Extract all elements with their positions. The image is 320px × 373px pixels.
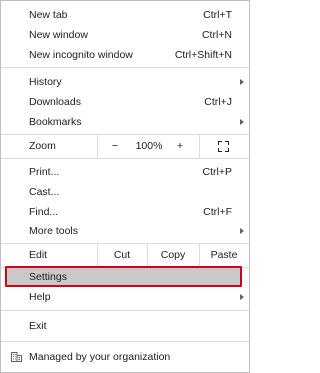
exit-label: Exit bbox=[29, 320, 47, 332]
menu-item-more-tools[interactable]: More tools bbox=[1, 221, 249, 241]
print-label: Print... bbox=[29, 166, 60, 178]
browser-main-menu: New tab Ctrl+T New window Ctrl+N New inc… bbox=[0, 0, 250, 373]
new-window-shortcut: Ctrl+N bbox=[201, 29, 232, 41]
menu-item-bookmarks[interactable]: Bookmarks bbox=[1, 112, 249, 132]
menu-item-new-window[interactable]: New window Ctrl+N bbox=[1, 25, 249, 45]
menu-separator bbox=[1, 341, 249, 342]
menu-item-history[interactable]: History bbox=[1, 72, 249, 92]
menu-item-find[interactable]: Find... Ctrl+F bbox=[1, 202, 249, 222]
bookmarks-label: Bookmarks bbox=[29, 116, 82, 128]
fullscreen-icon[interactable] bbox=[218, 141, 229, 152]
new-incognito-label: New incognito window bbox=[29, 49, 133, 61]
cut-button[interactable]: Cut bbox=[98, 244, 146, 267]
zoom-label: Zoom bbox=[29, 140, 56, 152]
chevron-right-icon bbox=[240, 79, 244, 85]
menu-item-help[interactable]: Help bbox=[1, 287, 249, 307]
help-label: Help bbox=[29, 291, 51, 303]
menu-item-new-incognito-window[interactable]: New incognito window Ctrl+Shift+N bbox=[1, 45, 249, 65]
cast-label: Cast... bbox=[29, 186, 60, 198]
menu-item-exit[interactable]: Exit bbox=[1, 316, 249, 336]
settings-label: Settings bbox=[29, 271, 67, 283]
edit-row: Edit Cut Copy Paste bbox=[1, 244, 249, 267]
menu-item-settings[interactable]: Settings bbox=[1, 267, 249, 287]
menu-item-managed[interactable]: Managed by your organization bbox=[1, 347, 249, 367]
downloads-label: Downloads bbox=[29, 96, 81, 108]
downloads-shortcut: Ctrl+J bbox=[204, 96, 232, 108]
menu-item-print[interactable]: Print... Ctrl+P bbox=[1, 162, 249, 182]
new-tab-label: New tab bbox=[29, 9, 68, 21]
print-shortcut: Ctrl+P bbox=[202, 166, 232, 178]
zoom-out-button[interactable]: − bbox=[105, 135, 125, 158]
menu-separator bbox=[1, 158, 249, 159]
menu-separator bbox=[1, 67, 249, 68]
chevron-right-icon bbox=[240, 294, 244, 300]
managed-label: Managed by your organization bbox=[29, 351, 171, 363]
menu-item-downloads[interactable]: Downloads Ctrl+J bbox=[1, 92, 249, 112]
new-tab-shortcut: Ctrl+T bbox=[203, 9, 232, 21]
find-shortcut: Ctrl+F bbox=[203, 206, 232, 218]
chevron-right-icon bbox=[240, 119, 244, 125]
copy-button[interactable]: Copy bbox=[148, 244, 198, 267]
menu-item-cast[interactable]: Cast... bbox=[1, 182, 249, 202]
zoom-row: Zoom − 100% + bbox=[1, 135, 249, 158]
new-incognito-shortcut: Ctrl+Shift+N bbox=[174, 49, 232, 61]
zoom-divider bbox=[97, 135, 98, 158]
find-label: Find... bbox=[29, 206, 59, 218]
new-window-label: New window bbox=[29, 29, 88, 41]
edit-label: Edit bbox=[29, 249, 48, 261]
history-label: History bbox=[29, 76, 62, 88]
menu-item-new-tab[interactable]: New tab Ctrl+T bbox=[1, 5, 249, 25]
zoom-level: 100% bbox=[135, 140, 163, 152]
menu-separator bbox=[1, 310, 249, 311]
zoom-in-button[interactable]: + bbox=[171, 135, 189, 158]
more-tools-label: More tools bbox=[29, 225, 79, 237]
zoom-divider bbox=[199, 135, 200, 158]
paste-button[interactable]: Paste bbox=[200, 244, 248, 267]
chevron-right-icon bbox=[240, 228, 244, 234]
